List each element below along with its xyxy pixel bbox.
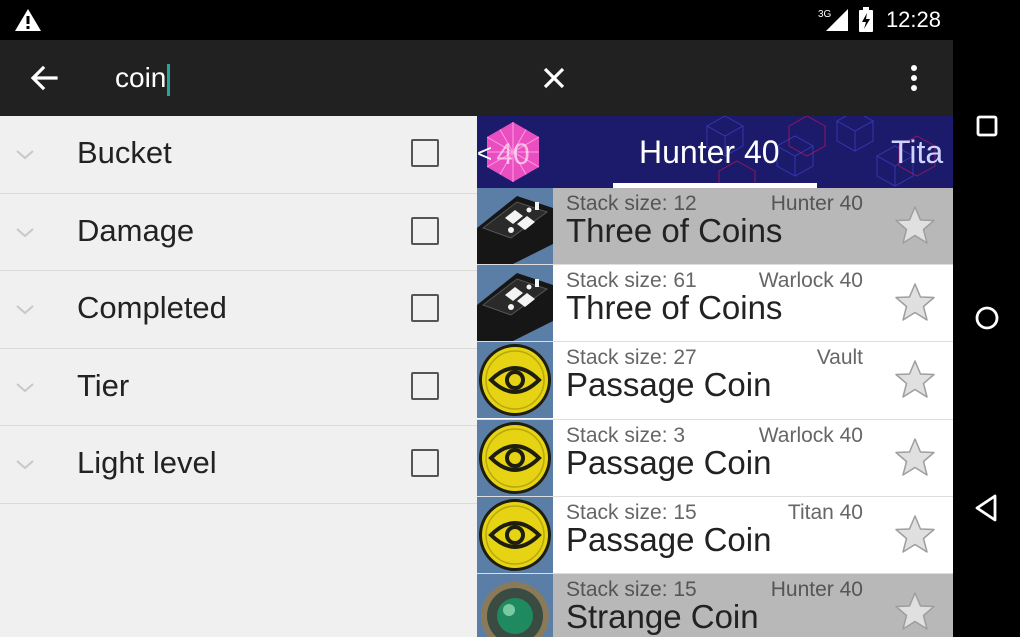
filter-row[interactable]: Light level bbox=[0, 426, 477, 504]
filter-label: Light level bbox=[77, 445, 217, 480]
tab-prev-indicator: < bbox=[477, 138, 493, 168]
item-location: Hunter 40 bbox=[770, 192, 863, 215]
item-location: Hunter 40 bbox=[770, 577, 863, 601]
item-name: Passage Coin bbox=[566, 366, 772, 404]
back-arrow-icon[interactable] bbox=[26, 60, 62, 96]
tab-titan[interactable]: Tita bbox=[891, 134, 943, 171]
home-icon[interactable] bbox=[969, 300, 1005, 336]
filter-checkbox[interactable] bbox=[411, 449, 439, 477]
three-of-coins-icon bbox=[477, 265, 553, 342]
clock: 12:28 bbox=[885, 7, 941, 32]
close-icon[interactable] bbox=[536, 60, 572, 96]
strange-coin-icon bbox=[477, 573, 553, 637]
passage-coin-icon bbox=[477, 496, 553, 573]
filter-checkbox[interactable] bbox=[411, 139, 439, 167]
search-query: coin bbox=[115, 62, 167, 93]
network-type: 3G bbox=[818, 9, 832, 20]
item-row[interactable]: Stack size: 15 Titan 40 Passage Coin bbox=[477, 496, 953, 574]
item-list: Stack size: 12 Hunter 40 Three of Coins Sta… bbox=[477, 188, 953, 637]
chevron-down-icon[interactable] bbox=[14, 377, 36, 397]
search-input[interactable]: coin bbox=[115, 60, 171, 96]
item-row[interactable]: Stack size: 27 Vault Passage Coin bbox=[477, 342, 953, 420]
filter-label: Damage bbox=[77, 212, 195, 248]
passage-coin-icon bbox=[477, 342, 553, 419]
item-name: Strange Coin bbox=[566, 597, 759, 635]
warning-icon bbox=[15, 9, 41, 31]
star-icon[interactable] bbox=[893, 513, 937, 557]
filter-label: Tier bbox=[77, 367, 130, 403]
recents-icon[interactable] bbox=[969, 108, 1005, 144]
star-icon[interactable] bbox=[893, 436, 937, 480]
status-bar: 3G 12:28 bbox=[0, 0, 953, 40]
item-name: Three of Coins bbox=[566, 289, 783, 327]
item-name: Three of Coins bbox=[566, 212, 783, 249]
filter-panel: Bucket Damage Completed Tier Light level bbox=[0, 116, 477, 637]
item-row[interactable]: Stack size: 15 Hunter 40 Strange Coin bbox=[477, 573, 953, 637]
level-value: 40 bbox=[496, 138, 529, 171]
item-location: Warlock 40 bbox=[758, 423, 863, 447]
filter-row[interactable]: Damage bbox=[0, 194, 477, 271]
system-nav-bar bbox=[953, 0, 1020, 637]
star-icon[interactable] bbox=[893, 358, 937, 402]
tab-hunter[interactable]: Hunter 40 bbox=[639, 134, 780, 171]
character-tabs: 40 < Hunter 40 Tita bbox=[477, 116, 953, 188]
overflow-menu-icon[interactable] bbox=[896, 60, 932, 96]
signal-icon: 3G bbox=[818, 9, 848, 31]
star-icon[interactable] bbox=[893, 590, 937, 634]
item-row[interactable]: Stack size: 12 Hunter 40 Three of Coins bbox=[477, 188, 953, 266]
item-name: Passage Coin bbox=[566, 520, 772, 558]
filter-label: Completed bbox=[77, 290, 227, 325]
item-location: Vault bbox=[816, 346, 863, 370]
filter-row[interactable]: Bucket bbox=[0, 116, 477, 194]
item-location: Titan 40 bbox=[787, 500, 863, 524]
text-cursor bbox=[167, 63, 171, 96]
back-icon[interactable] bbox=[969, 490, 1005, 526]
filter-checkbox[interactable] bbox=[411, 216, 439, 245]
chevron-down-icon[interactable] bbox=[14, 299, 36, 319]
star-icon[interactable] bbox=[893, 281, 937, 325]
item-list-panel: 40 < Hunter 40 Tita Stack size: 12 Hunter… bbox=[477, 116, 953, 637]
filter-row[interactable]: Tier bbox=[0, 349, 477, 426]
chevron-down-icon[interactable] bbox=[14, 222, 36, 242]
three-of-coins-icon bbox=[477, 188, 553, 264]
search-toolbar: coin bbox=[0, 40, 953, 116]
item-name: Passage Coin bbox=[566, 443, 772, 481]
filter-label: Bucket bbox=[77, 135, 172, 170]
chevron-down-icon[interactable] bbox=[14, 454, 36, 474]
item-row[interactable]: Stack size: 61 Warlock 40 Three of Coins bbox=[477, 265, 953, 343]
battery-icon bbox=[858, 7, 873, 32]
star-icon[interactable] bbox=[893, 204, 937, 248]
passage-coin-icon bbox=[477, 419, 553, 496]
item-row[interactable]: Stack size: 3 Warlock 40 Passage Coin bbox=[477, 419, 953, 497]
filter-checkbox[interactable] bbox=[411, 294, 439, 322]
chevron-down-icon[interactable] bbox=[14, 144, 36, 164]
filter-checkbox[interactable] bbox=[411, 371, 439, 400]
filter-row[interactable]: Completed bbox=[0, 271, 477, 349]
